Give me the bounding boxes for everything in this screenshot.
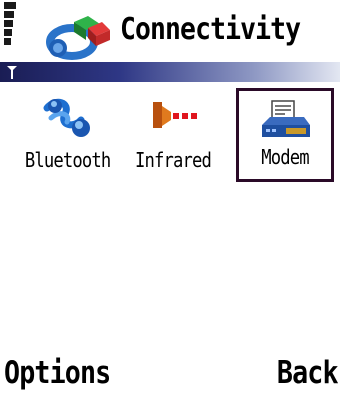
antenna-icon xyxy=(6,64,18,79)
phone-screen: Connectivity Bluetooth Infrared Modem Op… xyxy=(0,0,340,395)
back-softkey[interactable]: Back xyxy=(277,351,339,395)
page-title: Connectivity xyxy=(120,12,301,47)
grid-item-label: Bluetooth xyxy=(24,148,111,172)
grid-item-bluetooth[interactable]: Bluetooth xyxy=(18,88,116,182)
infrared-icon xyxy=(147,96,199,140)
modem-icon xyxy=(258,99,312,147)
navigation-band xyxy=(0,62,340,82)
bluetooth-icon xyxy=(41,96,93,144)
signal-strength-icon xyxy=(4,2,18,70)
grid-item-infrared[interactable]: Infrared xyxy=(124,88,222,182)
title-pane: Connectivity xyxy=(0,0,340,62)
connectivity-grid: Bluetooth Infrared Modem xyxy=(0,86,340,186)
connectivity-icon xyxy=(44,8,112,60)
grid-item-label: Infrared xyxy=(135,148,212,172)
options-softkey[interactable]: Options xyxy=(4,351,111,395)
grid-item-label: Modem xyxy=(261,145,309,169)
grid-item-modem[interactable]: Modem xyxy=(236,88,334,182)
